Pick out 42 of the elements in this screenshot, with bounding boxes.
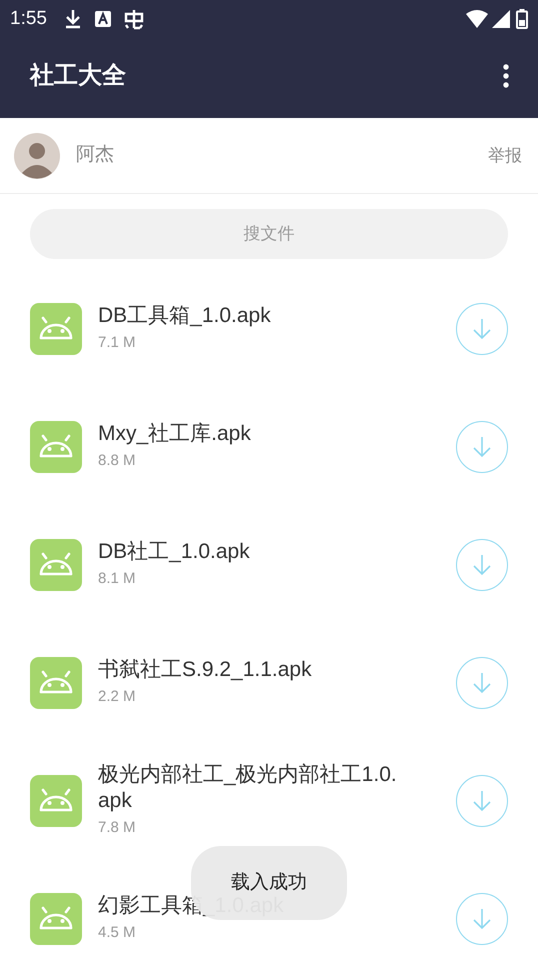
android-icon [30,421,82,473]
file-size: 7.1 M [98,333,137,354]
file-size: 7.8 M [98,818,137,838]
arrow-down-icon [472,318,492,340]
file-name: 极光内部社工_极光内部社工1.0.apk [98,762,398,814]
file-name: DB工具箱_1.0.apk [98,303,272,330]
file-name: 书弑社工S.9.2_1.1.apk [98,657,313,684]
avatar [14,132,60,178]
download-button[interactable] [456,657,508,709]
report-link[interactable]: 举报 [488,142,522,168]
file-name: Mxy_社工库.apk [98,421,252,448]
download-icon [64,9,81,29]
android-icon [30,893,82,945]
file-size: 2.2 M [98,687,137,708]
status-time: 1:55 [10,6,47,31]
arrow-down-icon [472,790,492,812]
search-field[interactable]: 搜文件 [30,209,508,259]
file-size: 8.8 M [98,451,137,472]
arrow-down-icon [472,672,492,694]
download-button[interactable] [456,303,508,355]
battery-icon [516,9,528,29]
android-icon [30,657,82,709]
download-button[interactable] [456,775,508,827]
app-notification-icon [94,11,111,27]
android-icon [30,303,82,355]
download-button[interactable] [456,893,508,945]
arrow-down-icon [472,554,492,576]
arrow-down-icon [472,908,492,930]
user-name: 阿杰 [76,143,115,168]
arrow-down-icon [472,436,492,458]
file-name: DB社工_1.0.apk [98,539,251,566]
android-icon [30,775,82,827]
download-button[interactable] [456,421,508,473]
app-title: 社工大全 [30,61,127,91]
signal-icon [492,10,510,28]
more-icon [503,64,509,88]
bug-icon [122,8,145,30]
android-icon [30,539,82,591]
file-size: 4.5 M [98,923,137,944]
download-button[interactable] [456,539,508,591]
wifi-icon [466,10,488,28]
file-size: 8.1 M [98,569,137,590]
